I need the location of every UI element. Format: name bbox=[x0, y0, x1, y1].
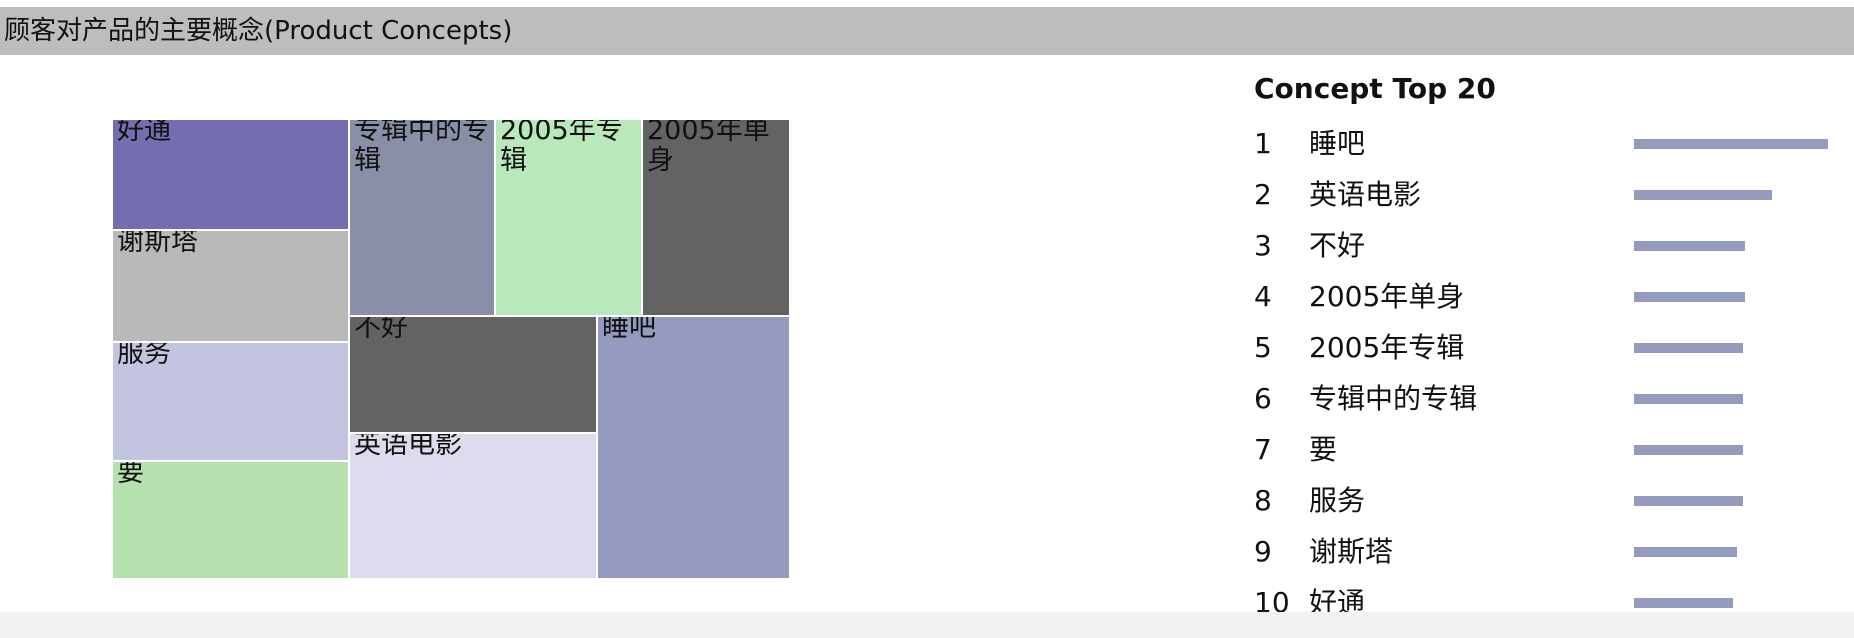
treemap-cell: 好通 bbox=[112, 119, 349, 230]
concept-rank: 4 bbox=[1254, 280, 1272, 313]
concept-bar bbox=[1634, 343, 1743, 353]
treemap-cell: 2005年单身 bbox=[642, 119, 790, 316]
top-concept-row: 3 不好 bbox=[1254, 223, 1834, 274]
treemap-cell: 服务 bbox=[112, 342, 349, 461]
concept-rank: 8 bbox=[1254, 484, 1272, 517]
treemap-cell: 睡吧 bbox=[597, 316, 790, 579]
concept-rank: 9 bbox=[1254, 535, 1272, 568]
treemap-cell: 英语电影 bbox=[349, 433, 597, 579]
treemap-cell: 专辑中的专辑 bbox=[349, 119, 495, 316]
concept-rank: 3 bbox=[1254, 229, 1272, 262]
treemap-cell-label: 要 bbox=[117, 461, 144, 488]
top-concept-row: 8 服务 bbox=[1254, 478, 1834, 529]
concept-rank: 7 bbox=[1254, 433, 1272, 466]
concept-name: 不好 bbox=[1309, 229, 1366, 262]
top-concepts-title: Concept Top 20 bbox=[1254, 72, 1496, 105]
concept-name: 要 bbox=[1309, 433, 1338, 466]
treemap-cell: 2005年专辑 bbox=[495, 119, 642, 316]
concept-rank: 5 bbox=[1254, 331, 1272, 364]
treemap-cell-label: 服务 bbox=[117, 342, 171, 369]
treemap-cell: 谢斯塔 bbox=[112, 230, 349, 342]
concept-name: 服务 bbox=[1309, 484, 1366, 517]
treemap-cell-label: 英语电影 bbox=[354, 433, 462, 460]
concept-name: 谢斯塔 bbox=[1309, 535, 1394, 568]
top-concept-row: 1 睡吧 bbox=[1254, 121, 1834, 172]
concept-name: 2005年专辑 bbox=[1309, 331, 1465, 364]
top-concept-row: 9 谢斯塔 bbox=[1254, 529, 1834, 580]
concept-bar bbox=[1634, 445, 1743, 455]
treemap-cell-label: 2005年专辑 bbox=[500, 119, 623, 176]
top-concept-row: 4 2005年单身 bbox=[1254, 274, 1834, 325]
treemap-cell-label: 好通 bbox=[117, 119, 171, 146]
treemap-cell: 要 bbox=[112, 461, 349, 579]
top-concept-row: 5 2005年专辑 bbox=[1254, 325, 1834, 376]
concept-bar bbox=[1634, 394, 1743, 404]
concept-rank: 6 bbox=[1254, 382, 1272, 415]
concept-bar bbox=[1634, 598, 1733, 608]
concept-rank: 2 bbox=[1254, 178, 1272, 211]
treemap-cell-label: 专辑中的专辑 bbox=[354, 119, 489, 176]
concept-bar bbox=[1634, 139, 1828, 149]
treemap-cell-label: 不好 bbox=[354, 316, 408, 343]
top-concept-row: 7要 bbox=[1254, 427, 1834, 478]
concept-bar bbox=[1634, 547, 1737, 557]
top-concept-row: 6 专辑中的专辑 bbox=[1254, 376, 1834, 427]
concept-bar bbox=[1634, 496, 1743, 506]
concept-bar bbox=[1634, 241, 1745, 251]
concept-name: 英语电影 bbox=[1309, 178, 1422, 211]
treemap-cell-label: 睡吧 bbox=[602, 316, 656, 343]
concept-bar bbox=[1634, 190, 1772, 200]
bottom-strip bbox=[0, 612, 1854, 638]
concept-name: 2005年单身 bbox=[1309, 280, 1465, 313]
treemap-cell: 不好 bbox=[349, 316, 597, 433]
treemap-cell-label: 谢斯塔 bbox=[117, 230, 198, 257]
top-concept-row: 2 英语电影 bbox=[1254, 172, 1834, 223]
concept-bar bbox=[1634, 292, 1745, 302]
concept-rank: 1 bbox=[1254, 127, 1272, 160]
concept-name: 睡吧 bbox=[1309, 127, 1366, 160]
concept-name: 专辑中的专辑 bbox=[1309, 382, 1478, 415]
treemap-cell-label: 2005年单身 bbox=[647, 119, 770, 176]
